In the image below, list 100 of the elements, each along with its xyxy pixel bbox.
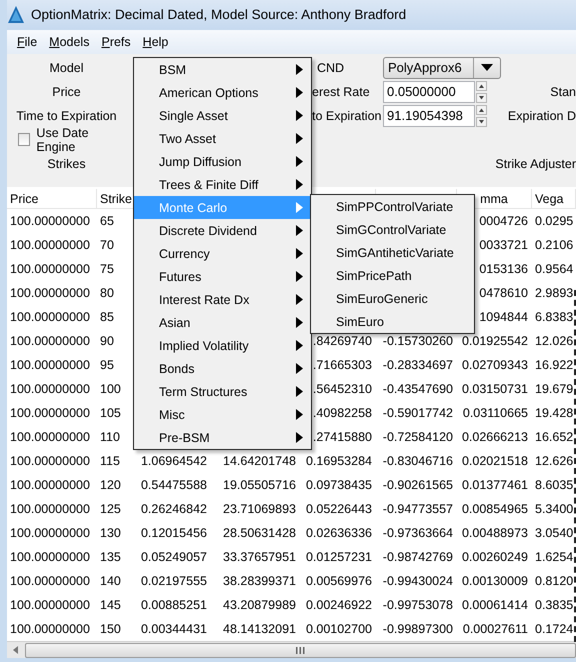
menu-item[interactable]: SimEuroGeneric [311,287,474,310]
interest-rate-field[interactable]: 0.05000000 [383,80,475,103]
submenu-arrow-icon [296,271,303,282]
menu-item[interactable]: Futures [134,265,311,288]
table-cell: -0.98742769 [382,550,453,564]
table-cell: -0.83046716 [382,454,453,468]
model-dropdown[interactable]: PolyApprox6 [383,56,501,79]
table-cell: 135 [100,550,121,564]
table-cell: 14.64201748 [223,454,296,468]
field-label: Expiration D [508,108,576,123]
table-cell: 85 [100,310,114,324]
field-label: erest Rate [312,84,370,99]
menu-item[interactable]: Term Structures [134,380,311,403]
table-cell: 0.00885251 [140,598,207,612]
spin-up-icon[interactable] [476,80,487,91]
table-cell: 0.03110665 [462,406,528,420]
table-cell: 145 [100,598,121,612]
menu-bar-item[interactable]: File [11,32,44,51]
table-cell: 2.9893 [535,286,574,300]
menu-item[interactable]: SimGControlVariate [311,218,474,241]
table-cell: 19.679 [535,382,574,396]
table-cell: 0.05226443 [306,502,372,516]
field-label: Strikes [47,156,86,171]
table-cell: 100.00000000 [10,526,90,540]
spin-down-icon[interactable] [476,92,487,103]
table-cell: 100.00000000 [10,478,90,492]
table-cell: 0.1724 [535,622,574,636]
menu-item[interactable]: American Options [134,81,311,104]
table-cell: 16.922 [535,358,574,372]
submenu-arrow-icon [296,225,303,236]
table-cell: 100.00000000 [10,430,90,444]
table-cell: 140 [100,574,121,588]
table-cell: 80 [100,286,114,300]
column-header: Strike [100,192,132,206]
menu-item[interactable]: Jump Diffusion [134,150,311,173]
table-cell: -0.99897300 [382,622,453,636]
table-cell: 120 [100,478,121,492]
menu-item[interactable]: Pre-BSM [134,426,311,449]
table-cell: 0.00102700 [306,622,372,636]
menu-item[interactable]: Trees & Finite Diff [134,173,311,196]
grip-icon [296,646,305,654]
table-cell: 0.16953284 [306,454,372,468]
table-cell: -0.94773557 [382,502,453,516]
table-cell: 0033721 [479,238,528,252]
table-cell: 0.01925542 [462,334,528,348]
menu-item[interactable]: Interest Rate Dx [134,288,311,311]
table-cell: 0.2106 [535,238,574,252]
menu-item[interactable]: Two Asset [134,127,311,150]
menu-item[interactable]: Asian [134,311,311,334]
table-cell: 43.20879989 [223,598,296,612]
table-cell: 0.01257231 [306,550,372,564]
table-cell: 95 [100,358,114,372]
menu-item[interactable]: Implied Volatility [134,334,311,357]
spin-up-icon[interactable] [476,104,487,115]
table-cell: 0.00027611 [462,622,528,636]
table-cell: 100.00000000 [10,334,90,348]
menu-item[interactable]: SimGAntiheticVariate [311,241,474,264]
table-cell: -0.28334697 [382,358,453,372]
table-cell: 65 [100,214,114,228]
menu-item[interactable]: BSM [134,58,311,81]
table-cell: 100.00000000 [10,238,90,252]
menu-bar-item[interactable]: Models [43,32,96,51]
table-cell: 16.652 [535,430,574,444]
table-cell: 70 [100,238,114,252]
spin-down-icon[interactable] [476,116,487,127]
table-cell: 0.26246842 [140,502,207,516]
table-cell: -0.43547690 [382,382,453,396]
menu-item[interactable]: Misc [134,403,311,426]
table-cell: 5.3400 [535,502,574,516]
field-label: Time to Expiration [16,108,117,123]
submenu-arrow-icon [296,317,303,328]
menu-item[interactable]: Single Asset [134,104,311,127]
table-cell: -0.97363664 [382,526,453,540]
menu-item[interactable]: SimPricePath [311,264,474,287]
menu-item[interactable]: SimPPControlVariate [311,195,474,218]
menu-item[interactable]: SimEuro [311,310,474,333]
table-cell: 100.00000000 [10,262,90,276]
submenu-arrow-icon [296,248,303,259]
submenu-arrow-icon [296,64,303,75]
table-cell: 110 [100,430,120,444]
table-cell: 100.00000000 [10,310,90,324]
table-cell: .84269740 [312,334,372,348]
menu-item[interactable]: Discrete Dividend [134,219,311,242]
table-cell: 0.3835 [535,598,574,612]
table-cell: -0.15730260 [382,334,453,348]
menu-item[interactable]: Bonds [134,357,311,380]
menu-bar-item[interactable]: Help [136,32,174,51]
table-cell: 0.8120 [535,574,574,588]
menu-item[interactable]: Currency [134,242,311,265]
table-cell: 8.6035 [535,478,574,492]
table-cell: 100.00000000 [10,502,90,516]
table-cell: 19.05505716 [223,478,296,492]
expiration-field[interactable]: 91.19054398 [383,104,475,127]
menu-bar-item[interactable]: Prefs [95,32,137,51]
checkbox[interactable] [18,133,30,146]
submenu-arrow-icon [296,432,303,443]
table-cell: 100.00000000 [10,382,90,396]
table-cell: 100.00000000 [10,214,90,228]
table-cell: 100.00000000 [10,574,90,588]
table-cell: 100.00000000 [10,286,90,300]
